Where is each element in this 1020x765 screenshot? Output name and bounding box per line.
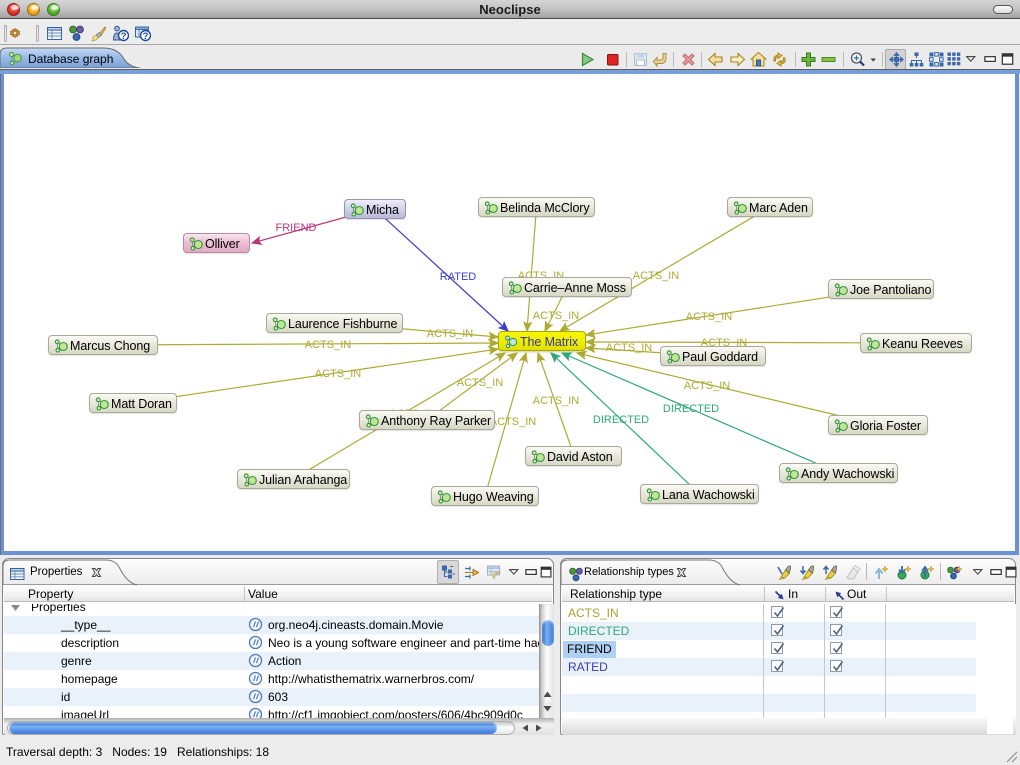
svg-text:DIRECTED: DIRECTED <box>663 403 719 415</box>
svg-text:ACTS_IN: ACTS_IN <box>315 368 362 380</box>
svg-text:ACTS_IN: ACTS_IN <box>490 416 537 428</box>
svg-text:ACTS_IN: ACTS_IN <box>427 328 474 340</box>
svg-text:ACTS_IN: ACTS_IN <box>457 377 504 389</box>
svg-text:ACTS_IN: ACTS_IN <box>305 339 352 351</box>
svg-text:ACTS_IN: ACTS_IN <box>633 270 680 282</box>
svg-text:ACTS_IN: ACTS_IN <box>686 311 733 323</box>
svg-text:?: ? <box>143 31 149 42</box>
svg-text:FRIEND: FRIEND <box>276 222 317 234</box>
svg-text:ACTS_IN: ACTS_IN <box>606 342 653 354</box>
svg-text:DIRECTED: DIRECTED <box>593 414 649 426</box>
svg-text:ACTS_IN: ACTS_IN <box>533 310 580 322</box>
svg-text:ACTS_IN: ACTS_IN <box>684 380 731 392</box>
svg-text:RATED: RATED <box>440 271 477 283</box>
svg-text:?: ? <box>121 31 127 42</box>
svg-text:ACTS_IN: ACTS_IN <box>533 395 580 407</box>
